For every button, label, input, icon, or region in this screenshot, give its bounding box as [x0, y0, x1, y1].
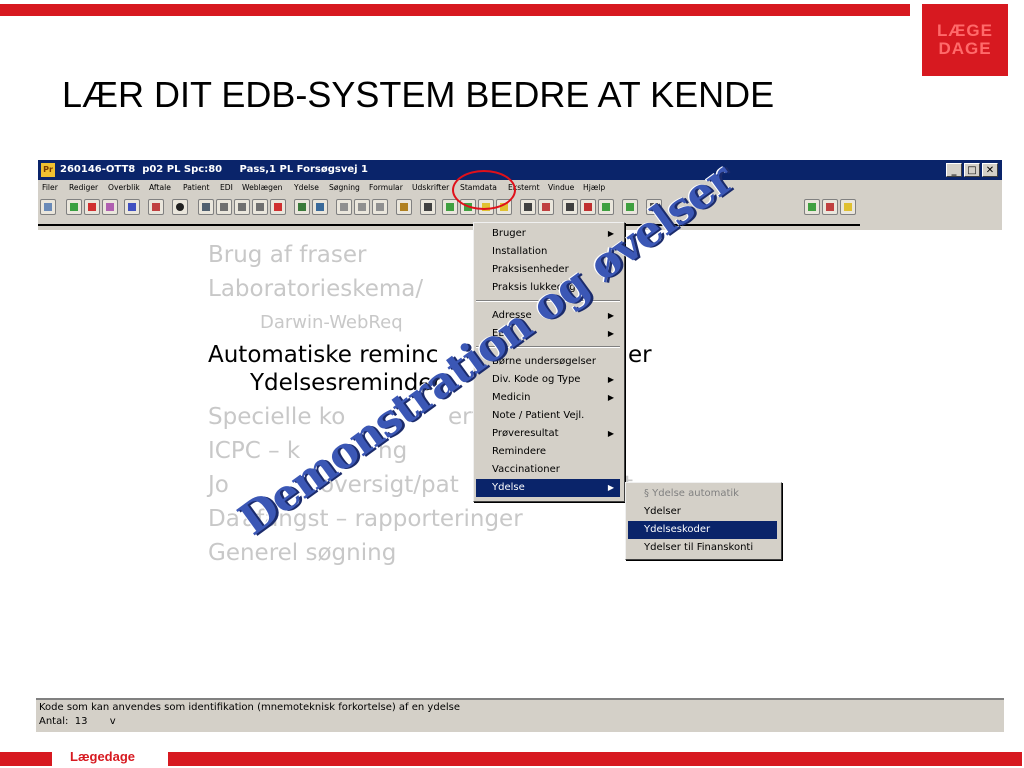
menu-udskrifter[interactable]: Udskrifter — [412, 183, 449, 192]
menu-item-label: Ydelse — [492, 482, 525, 493]
toolbar-cancel-icon[interactable] — [84, 199, 100, 215]
menu-overblik[interactable]: Overblik — [108, 183, 140, 192]
menu-filer[interactable]: Filer — [42, 183, 58, 192]
toolbar-tools-icon[interactable] — [294, 199, 310, 215]
toolbar-down-arrow-icon[interactable] — [66, 199, 82, 215]
footer-left-bar — [0, 752, 52, 766]
menu-weblaegen[interactable]: Weblægen — [242, 183, 282, 192]
submenu-item-ydelseskoder[interactable]: Ydelseskoder — [628, 521, 777, 539]
submenu-item-ydelse-automatik: § Ydelse automatik — [644, 488, 739, 499]
slide-title: LÆR DIT EDB-SYSTEM BEDRE AT KENDE — [62, 74, 775, 115]
menu-hjaelp[interactable]: Hjælp — [583, 183, 605, 192]
toolbar-phi-icon[interactable] — [420, 199, 436, 215]
close-button[interactable]: ✕ — [982, 163, 998, 177]
status-count: Antal: 13 v — [39, 716, 116, 727]
toolbar-form-icon[interactable] — [372, 199, 388, 215]
submenu-arrow-icon: ▶ — [607, 329, 614, 338]
bullet-laboratorieskema: Laboratorieskema/ — [208, 276, 424, 302]
toolbar-doc-stop-icon[interactable] — [270, 199, 286, 215]
toolbar-pin-icon[interactable] — [396, 199, 412, 215]
menu-item-proeveresultat[interactable]: Prøveresultat ▶ — [476, 425, 620, 443]
submenu-arrow-icon: ▶ — [607, 375, 614, 384]
bullet-darwin-webreq: Darwin-WebReq — [260, 312, 403, 333]
toolbar-download-icon[interactable] — [124, 199, 140, 215]
highlight-circle — [452, 170, 516, 210]
top-red-bar — [0, 4, 910, 16]
toolbar-doc-out-icon[interactable] — [252, 199, 268, 215]
logo-line-2: DAGE — [938, 39, 992, 58]
submenu-item-ydelser-til-finanskonti[interactable]: Ydelser til Finanskonti — [628, 539, 777, 557]
menu-edi[interactable]: EDI — [220, 183, 233, 192]
maximize-button[interactable]: □ — [964, 163, 980, 177]
bullet-journal: Jo — [208, 472, 229, 498]
bullet-icpc: ICPC – k — [208, 438, 301, 464]
submenu-arrow-icon: ▶ — [607, 483, 614, 492]
app-titlebar[interactable]: Pr 260146-OTT8 p02 PL Spc:80 Pass,1 PL F… — [38, 160, 1002, 180]
logo-line-1: LÆGE — [937, 21, 993, 40]
app-window: Pr 260146-OTT8 p02 PL Spc:80 Pass,1 PL F… — [38, 160, 1002, 230]
toolbar-chart-icon[interactable] — [312, 199, 328, 215]
submenu-arrow-icon: ▶ — [607, 393, 614, 402]
toolbar-letter-icon[interactable] — [598, 199, 614, 215]
menu-vindue[interactable]: Vindue — [548, 183, 574, 192]
toolbar-stamp-icon[interactable] — [562, 199, 578, 215]
toolbar-check-icon[interactable] — [102, 199, 118, 215]
submenu-item-ydelser[interactable]: Ydelser — [628, 503, 777, 521]
menu-aftale[interactable]: Aftale — [149, 183, 171, 192]
toolbar-pages-icon[interactable] — [354, 199, 370, 215]
toolbar-walk1-icon[interactable] — [804, 199, 820, 215]
statusbar: Kode som kan anvendes som identifikation… — [36, 698, 1004, 732]
footer-label: Lægedage — [70, 749, 136, 764]
ydelse-submenu: § Ydelse automatik Ydelser Ydelseskoder … — [625, 482, 782, 560]
menu-item-medicin[interactable]: Medicin ▶ — [476, 389, 620, 407]
menu-item-vaccinationer[interactable]: Vaccinationer — [476, 461, 620, 479]
window-title: 260146-OTT8 p02 PL Spc:80 Pass,1 PL Fors… — [60, 164, 369, 175]
laegedage-logo: LÆGE DAGE — [922, 4, 1008, 76]
menu-item-ydelse[interactable]: Ydelse ▶ — [476, 479, 620, 497]
toolbar-edit-icon[interactable] — [148, 199, 164, 215]
toolbar-run-icon[interactable] — [442, 199, 458, 215]
toolbar-stethoscope-icon[interactable] — [580, 199, 596, 215]
bullet-fraser: Brug af fraser — [208, 242, 367, 268]
toolbar-walk2-icon[interactable] — [822, 199, 838, 215]
toolbar-doc-in-icon[interactable] — [234, 199, 250, 215]
toolbar-walk3-icon[interactable] — [840, 199, 856, 215]
footer-right-bar — [168, 752, 1022, 766]
submenu-arrow-icon: ▶ — [607, 429, 614, 438]
toolbar-id-icon[interactable] — [538, 199, 554, 215]
menu-item-label: Medicin — [492, 392, 531, 403]
toolbar — [38, 196, 1002, 218]
toolbar-doc-arrow-icon[interactable] — [216, 199, 232, 215]
menu-item-note-patient-vejl[interactable]: Note / Patient Vejl. — [476, 407, 620, 425]
menu-item-remindere[interactable]: Remindere — [476, 443, 620, 461]
toolbar-globe-icon[interactable] — [172, 199, 188, 215]
submenu-arrow-icon: ▶ — [607, 311, 614, 320]
menu-item-label: Bruger — [492, 228, 526, 239]
toolbar-calendar-icon[interactable] — [40, 199, 56, 215]
menu-ydelse[interactable]: Ydelse — [294, 183, 319, 192]
toolbar-page-icon[interactable] — [336, 199, 352, 215]
toolbar-grid-icon[interactable] — [198, 199, 214, 215]
menu-item-div-kode-og-type[interactable]: Div. Kode og Type ▶ — [476, 371, 620, 389]
menu-item-label: Prøveresultat — [492, 428, 559, 439]
bullet-specielle: Specielle ko — [208, 404, 346, 430]
bullet-automatiske-reminder: Automatiske reminc — [208, 342, 439, 368]
menu-item-label: Div. Kode og Type — [492, 374, 581, 385]
toolbar-divider — [38, 224, 860, 226]
minimize-button[interactable]: _ — [946, 163, 962, 177]
bullet-automatiske-reminder-end: er — [628, 342, 652, 368]
toolbar-people-icon[interactable] — [520, 199, 536, 215]
app-icon[interactable]: Pr — [41, 163, 55, 177]
menubar: Filer Rediger Overblik Aftale Patient ED… — [38, 181, 1002, 195]
bullet-generel-soegning: Generel søgning — [208, 540, 397, 566]
menu-rediger[interactable]: Rediger — [69, 183, 98, 192]
menu-patient[interactable]: Patient — [183, 183, 209, 192]
menu-formular[interactable]: Formular — [369, 183, 403, 192]
menu-soegning[interactable]: Søgning — [329, 183, 360, 192]
status-description: Kode som kan anvendes som identifikation… — [39, 702, 460, 713]
